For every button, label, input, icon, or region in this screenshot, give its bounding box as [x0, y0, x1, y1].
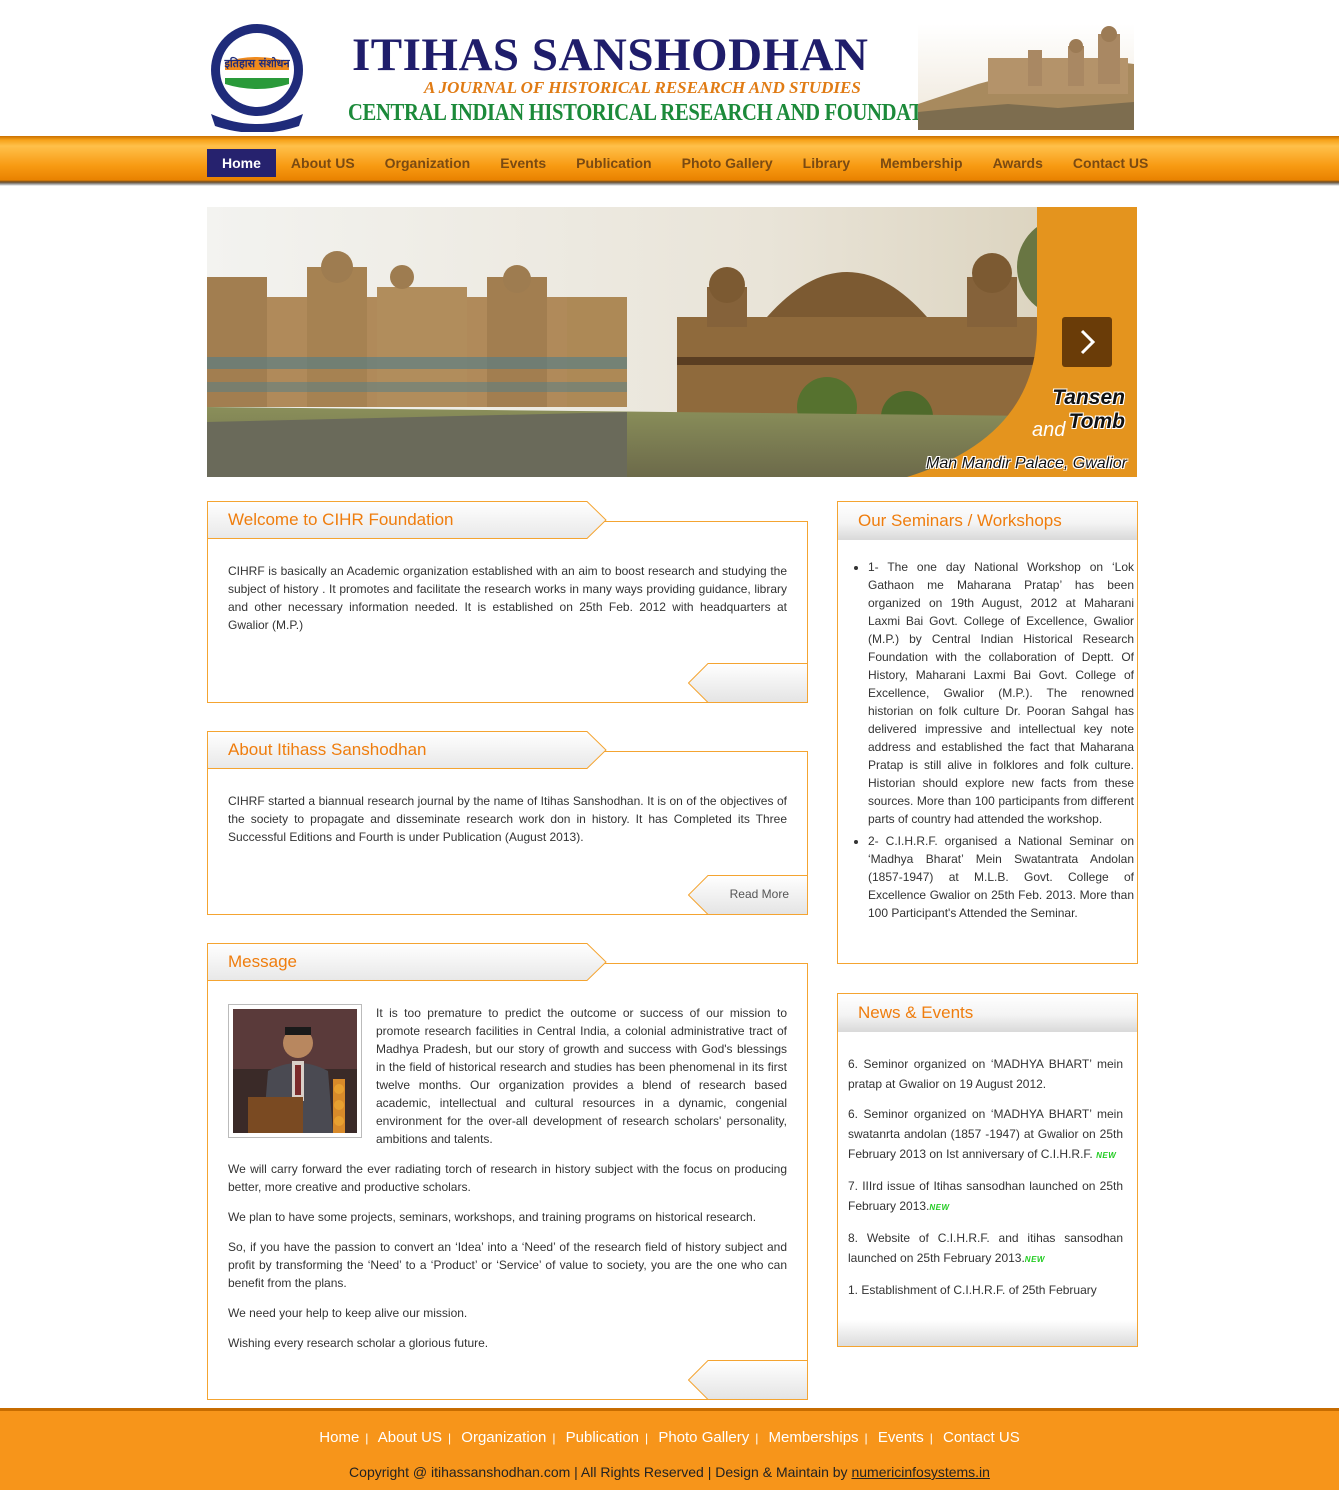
about-title: About Itihass Sanshodhan — [228, 740, 427, 759]
section-footer-tab — [688, 663, 808, 703]
nav-library[interactable]: Library — [788, 149, 865, 177]
seminar-list: 1- The one day National Workshop on ‘Lok… — [850, 558, 1134, 926]
news-item[interactable]: 8. Website of C.I.H.R.F. and itihas sans… — [848, 1228, 1123, 1270]
about-text: CIHRF started a biannual research journa… — [228, 794, 787, 844]
new-badge: NEW — [929, 1203, 950, 1212]
copyright-text: Copyright @ itihassanshodhan.com | All R… — [349, 1464, 848, 1480]
seminars-title: Our Seminars / Workshops — [858, 511, 1062, 530]
message-paragraph: We need your help to keep alive our miss… — [228, 1306, 468, 1320]
chairman-photo — [228, 1004, 362, 1138]
footer-link-photo-gallery[interactable]: Photo Gallery — [658, 1429, 749, 1446]
nav-about[interactable]: About US — [276, 149, 370, 177]
fort-image — [918, 24, 1134, 130]
news-item[interactable]: 6. Seminor organized on ‘MADHYA BHART’ m… — [848, 1104, 1123, 1166]
message-section: Message It is too premature to predict t… — [207, 943, 808, 1400]
footer-link-home[interactable]: Home — [319, 1429, 359, 1446]
about-section: About Itihass Sanshodhan CIHRF started a… — [207, 731, 808, 915]
panel-footer — [838, 1320, 1137, 1346]
footer-link-about[interactable]: About US — [378, 1429, 442, 1446]
copyright: Copyright @ itihassanshodhan.com | All R… — [0, 1464, 1339, 1480]
site-tagline: A JOURNAL OF HISTORICAL RESEARCH AND STU… — [424, 78, 861, 97]
nav-photo-gallery[interactable]: Photo Gallery — [667, 149, 788, 177]
nav-awards[interactable]: Awards — [978, 149, 1058, 177]
banner-caption-subtitle: Man Mandir Palace, Gwalior — [926, 455, 1127, 472]
nav-events[interactable]: Events — [485, 149, 561, 177]
banner-caption-and: and — [1032, 419, 1066, 441]
nav-organization[interactable]: Organization — [370, 149, 486, 177]
news-panel: News & Events 6. Seminor organized on ‘M… — [837, 993, 1138, 1347]
new-badge: NEW — [1096, 1151, 1117, 1160]
panel-header: Our Seminars / Workshops — [838, 502, 1137, 540]
message-paragraph: So, if you have the passion to convert a… — [228, 1240, 787, 1290]
footer-nav: Home | About US | Organization | Publicatio… — [319, 1429, 1020, 1446]
footer-link-memberships[interactable]: Memberships — [769, 1429, 859, 1446]
banner-next-button[interactable] — [1062, 317, 1112, 367]
nav-publication[interactable]: Publication — [561, 149, 666, 177]
banner-slider: Tansen Tomb and Man Mandir Palace, Gwali… — [207, 207, 1137, 477]
news-item[interactable]: 7. IIIrd issue of Itihas sansodhan launc… — [848, 1176, 1123, 1218]
nav-membership[interactable]: Membership — [865, 149, 977, 177]
nav-contact[interactable]: Contact US — [1058, 149, 1163, 177]
seminars-panel: Our Seminars / Workshops 1- The one day … — [837, 501, 1138, 964]
footer-link-contact[interactable]: Contact US — [943, 1429, 1020, 1446]
news-item[interactable]: 6. Seminor organized on ‘MADHYA BHART’ m… — [848, 1054, 1123, 1094]
footer-link-events[interactable]: Events — [878, 1429, 924, 1446]
banner-image — [207, 207, 1137, 477]
chevron-right-icon — [1080, 329, 1096, 355]
site-title: ITIHAS SANSHODHAN — [352, 29, 869, 81]
designer-link[interactable]: numericinfosystems.in — [851, 1464, 990, 1480]
logo-text: इतिहास संशोधन — [223, 56, 290, 70]
welcome-section: Welcome to CIHR Foundation CIHRF is basi… — [207, 501, 808, 703]
news-title: News & Events — [858, 1003, 974, 1022]
section-footer-tab — [688, 1360, 808, 1400]
nav-home[interactable]: Home — [207, 149, 276, 177]
new-badge: NEW — [1024, 1255, 1045, 1264]
seminar-item: 2- C.I.H.R.F. organised a National Semin… — [868, 832, 1134, 922]
site-header: इतिहास संशोधन ITIHAS SANSHODHAN A JOURNA… — [0, 0, 1339, 136]
message-title: Message — [228, 952, 297, 971]
read-more-link[interactable]: Read More — [730, 887, 789, 901]
message-paragraph: We plan to have some projects, seminars,… — [228, 1210, 757, 1224]
news-list: 6. Seminor organized on ‘MADHYA BHART’ m… — [848, 1054, 1123, 1310]
seminar-item: 1- The one day National Workshop on ‘Lok… — [868, 558, 1134, 828]
logo-emblem-icon[interactable]: इतिहास संशोधन — [207, 22, 307, 132]
welcome-text: CIHRF is basically an Academic organizat… — [228, 564, 787, 632]
footer-link-organization[interactable]: Organization — [461, 1429, 546, 1446]
site-footer: Home | About US | Organization | Publicatio… — [0, 1408, 1339, 1490]
welcome-title: Welcome to CIHR Foundation — [228, 510, 454, 529]
panel-header: News & Events — [838, 994, 1137, 1032]
main-nav: Home About US Organization Events Public… — [0, 136, 1339, 186]
footer-link-publication[interactable]: Publication — [566, 1429, 639, 1446]
organization-name: CENTRAL INDIAN HISTORICAL RESEARCH AND F… — [348, 100, 961, 126]
message-paragraph: Wishing every research scholar a gloriou… — [228, 1336, 489, 1350]
news-item[interactable]: 1. Establishment of C.I.H.R.F. of 25th F… — [848, 1280, 1123, 1300]
message-paragraph: We will carry forward the ever radiating… — [228, 1162, 787, 1194]
